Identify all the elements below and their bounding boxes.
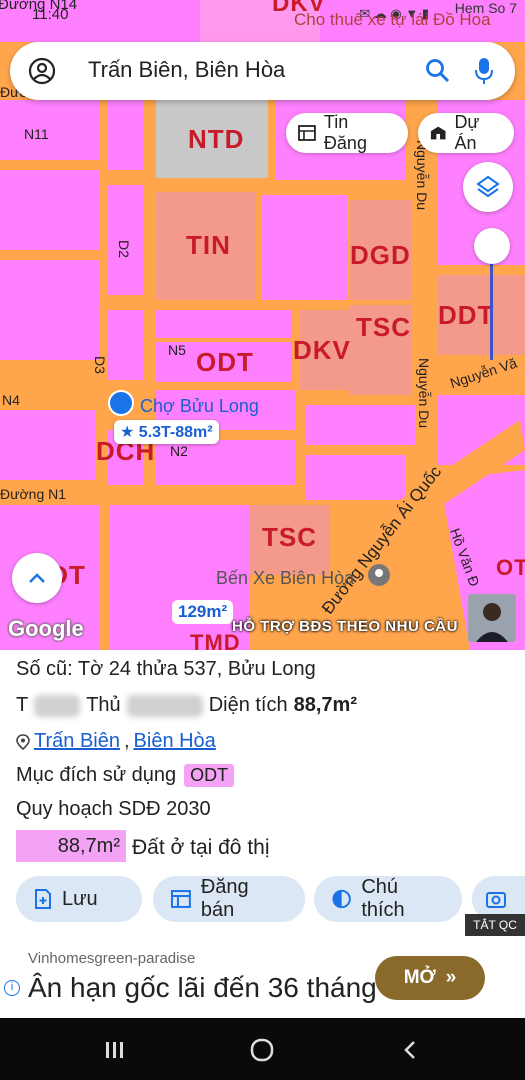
- ad-source: Vinhomesgreen-paradise: [28, 950, 196, 967]
- opacity-slider-handle[interactable]: [474, 228, 510, 264]
- chevron-up-icon: [29, 573, 45, 583]
- contrast-icon: [332, 889, 351, 909]
- google-logo: Google: [8, 616, 84, 641]
- location-row: Trấn Biên , Biên Hòa: [16, 730, 216, 753]
- purpose-code-badge: ODT: [184, 764, 235, 787]
- road-label: N11: [24, 126, 49, 142]
- home-icon[interactable]: [250, 1038, 274, 1062]
- bookmark-add-icon: [35, 889, 51, 909]
- road-label: N4: [2, 392, 20, 408]
- road-label: Nguyễn Du: [416, 358, 432, 429]
- double-chevron-right-icon: »: [445, 967, 457, 988]
- location-link-city[interactable]: Biên Hòa: [134, 730, 216, 753]
- road-label: D3: [92, 356, 108, 374]
- system-nav-bar: [0, 1018, 525, 1080]
- location-pin-icon[interactable]: [366, 562, 392, 588]
- search-bar[interactable]: Trấn Biên, Biên Hòa: [10, 42, 515, 100]
- camera-add-icon: [486, 892, 506, 908]
- zone-label: DDT: [438, 300, 495, 330]
- owner-prefix: T: [16, 694, 29, 716]
- back-icon[interactable]: [402, 1040, 420, 1060]
- layers-icon: [476, 175, 500, 198]
- person-avatar-icon: [468, 594, 516, 642]
- location-icon: [16, 733, 30, 750]
- ad-title[interactable]: Ân hạn gốc lãi đến 36 tháng: [28, 972, 377, 1004]
- account-icon[interactable]: [28, 57, 56, 85]
- area-value: 88,7m²: [293, 694, 357, 716]
- recent-apps-icon[interactable]: [104, 1040, 126, 1060]
- area-label: Diện tích: [208, 694, 288, 716]
- zone-label: NTD: [188, 124, 245, 154]
- area-pill: 88,7m²: [16, 830, 126, 862]
- owner-label: Thủ: [86, 694, 121, 716]
- purpose-label: Mục đích sử dụng: [16, 764, 177, 786]
- save-button[interactable]: Lưu: [16, 876, 142, 922]
- road-label: N2: [170, 443, 188, 459]
- sell-button-label: Đăng bán: [200, 876, 249, 921]
- area-pill-value: 88,7m²: [57, 834, 120, 857]
- mic-icon[interactable]: [473, 56, 495, 86]
- poi-bus-station[interactable]: Bến Xe Biên Hòa: [216, 568, 354, 589]
- ad-open-button[interactable]: MỞ »: [375, 956, 485, 1000]
- search-query[interactable]: Trấn Biên, Biên Hòa: [88, 57, 285, 83]
- road-label: Đường N14: [0, 0, 78, 13]
- road-label: N5: [168, 342, 186, 358]
- building-icon: [430, 126, 446, 140]
- listing-chip-label: Tin Đăng: [323, 112, 367, 153]
- project-chip[interactable]: Dự Án: [418, 112, 514, 153]
- zone-label: TIN: [186, 230, 231, 260]
- promo-text: HỖ TRỢ BĐS THEO NHU CẦU: [232, 618, 458, 635]
- zone-label: TSC: [356, 312, 411, 342]
- ad-banner[interactable]: i Vinhomesgreen-paradise Ân hạn gốc lãi …: [0, 938, 525, 1018]
- zone-label: DGD: [350, 240, 411, 270]
- owner-row: T Thủ Diện tích 88,7m²: [16, 694, 357, 717]
- zone-label: ODT: [196, 347, 254, 377]
- search-icon[interactable]: [425, 58, 451, 84]
- listing-icon: [171, 890, 191, 908]
- business-sign: Cho thuê xe tự lái Đồ Hoa: [294, 10, 491, 29]
- redacted-text: [126, 694, 203, 717]
- expand-button[interactable]: [12, 553, 62, 603]
- map-view[interactable]: 11:40 ✉ ☁ ◉ ▼ ▮ Hem So 7 Đường N14 DKV C…: [0, 0, 525, 650]
- disable-ads-button[interactable]: TẮT QC: [465, 914, 525, 936]
- project-chip-label: Dự Án: [454, 112, 480, 153]
- zone-label: DKV: [293, 335, 351, 365]
- price-tag[interactable]: ★ 5.3T-88m²: [114, 420, 219, 444]
- ad-info-icon[interactable]: i: [4, 980, 20, 996]
- sell-button[interactable]: Đăng bán: [153, 876, 305, 922]
- legend-button-label: Chú thích: [361, 876, 405, 921]
- zone-label: TSC: [262, 522, 317, 552]
- poi-market[interactable]: Chợ Bửu Long: [140, 396, 259, 417]
- location-link-ward[interactable]: Trấn Biên: [34, 730, 120, 753]
- road-label: D2: [116, 240, 132, 258]
- area-tag[interactable]: 129m²: [172, 600, 234, 624]
- old-parcel-text: Số cũ: Tờ 24 thửa 537, Bửu Long: [16, 658, 316, 680]
- market-pin-icon[interactable]: [108, 390, 134, 416]
- location-separator: ,: [123, 730, 130, 752]
- road-label: Đường N1: [0, 486, 67, 502]
- zone-label: OT: [496, 555, 525, 580]
- promo-avatar[interactable]: [468, 594, 516, 642]
- plan-text: Quy hoạch SDĐ 2030: [16, 798, 211, 820]
- purpose-row: Mục đích sử dụng ODT: [16, 764, 235, 787]
- ad-open-label: MỞ: [403, 967, 436, 988]
- area-description: Đất ở tại đô thị: [132, 836, 270, 859]
- legend-button[interactable]: Chú thích: [314, 876, 462, 922]
- list-icon: [298, 125, 316, 141]
- listing-chip[interactable]: Tin Đăng: [286, 112, 408, 153]
- save-button-label: Lưu: [62, 887, 98, 910]
- redacted-text: [34, 694, 81, 717]
- layers-button[interactable]: [463, 162, 513, 212]
